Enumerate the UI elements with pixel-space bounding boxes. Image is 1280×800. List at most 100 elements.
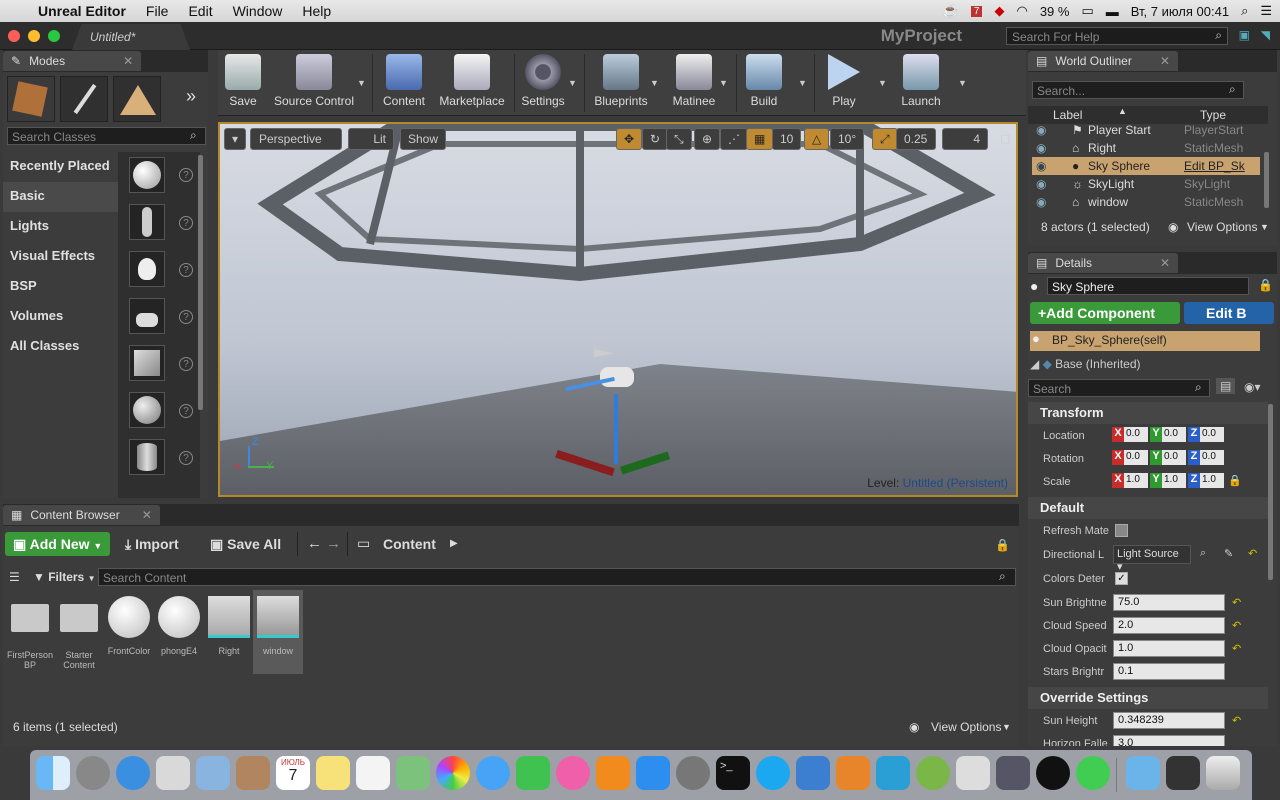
minimize-window-button[interactable]	[28, 30, 40, 42]
level-tab[interactable]: Untitled*	[72, 24, 190, 50]
close-window-button[interactable]	[8, 30, 20, 42]
search-content-input[interactable]: Search Content	[98, 568, 1016, 586]
broadcast-icon[interactable]: ◥	[1261, 28, 1270, 42]
asset-tile[interactable]: FrontColor	[105, 596, 153, 656]
self-component-item[interactable]: BP_Sky_Sphere(self)	[1030, 331, 1260, 351]
details-tab[interactable]: ▤ Details ✕	[1028, 253, 1179, 273]
itunes-icon[interactable]	[556, 756, 590, 790]
eye-icon[interactable]: ◉	[1032, 177, 1072, 191]
launch-button[interactable]: Launch	[896, 54, 946, 108]
help-icon[interactable]: ?	[179, 263, 193, 277]
translate-mode-button[interactable]: ✥	[616, 128, 643, 150]
override-settings-section[interactable]: Override Settings	[1028, 687, 1268, 709]
scale-x-field[interactable]: 1.0	[1124, 473, 1148, 488]
outliner-row[interactable]: ◉ ⌂ Right StaticMesh	[1032, 139, 1260, 157]
camera-speed-button[interactable]: 4	[942, 128, 988, 150]
player-start-actor[interactable]	[590, 349, 640, 394]
add-new-button[interactable]: ▣ Add New ▼	[5, 532, 110, 556]
coffee-icon[interactable]: ☕	[943, 3, 959, 19]
android-studio-icon[interactable]	[916, 756, 950, 790]
reset-icon[interactable]: ↶	[1232, 714, 1241, 727]
transform-section[interactable]: Transform	[1028, 402, 1268, 424]
rotation-z-field[interactable]: 0.0	[1200, 450, 1224, 465]
asset-tile-selected[interactable]: window	[253, 590, 303, 674]
place-mode-button[interactable]	[7, 76, 55, 122]
sun-height-field[interactable]: 0.348239	[1113, 712, 1225, 729]
downloads-folder-icon[interactable]	[1126, 756, 1160, 790]
paint-mode-button[interactable]	[60, 76, 108, 122]
scale-mode-button[interactable]: ⤡	[666, 128, 692, 150]
scale-snap-value[interactable]: 0.25	[896, 128, 936, 150]
world-local-button[interactable]: ⊕	[694, 128, 721, 150]
outliner-scrollbar[interactable]	[1264, 152, 1269, 208]
lit-button[interactable]: Lit	[348, 128, 394, 150]
eye-icon[interactable]: ◉	[1032, 141, 1072, 155]
save-button[interactable]: Save	[224, 54, 262, 108]
lock-icon[interactable]: 🔒	[1258, 278, 1273, 292]
close-icon[interactable]: ✕	[142, 508, 152, 525]
qt-creator-icon[interactable]	[1076, 756, 1110, 790]
category-bsp[interactable]: BSP	[3, 272, 118, 302]
category-volumes[interactable]: Volumes	[3, 302, 118, 332]
point-light-item[interactable]	[129, 251, 165, 287]
player-start-item[interactable]	[129, 298, 165, 334]
import-button[interactable]: ⤓ Import	[125, 536, 179, 553]
remote-desktop-icon[interactable]	[996, 756, 1030, 790]
chevron-down-icon[interactable]: ▼	[1260, 222, 1269, 232]
type-column-header[interactable]: Type	[1200, 108, 1226, 122]
menu-edit[interactable]: Edit	[188, 3, 212, 19]
empty-actor-item[interactable]	[129, 157, 165, 193]
flag-icon[interactable]: ▬	[1106, 4, 1119, 19]
category-basic[interactable]: Basic	[3, 182, 118, 212]
activity-monitor-icon[interactable]	[1166, 756, 1200, 790]
rotation-snap-value[interactable]: 10°	[830, 128, 865, 150]
light-source-dropdown[interactable]: Light Source ▾	[1113, 545, 1191, 573]
contacts-icon[interactable]	[236, 756, 270, 790]
help-icon[interactable]: ?	[179, 404, 193, 418]
close-icon[interactable]: ✕	[123, 54, 133, 71]
reset-icon[interactable]: ↶	[1232, 596, 1241, 609]
reset-icon[interactable]: ↶	[1232, 619, 1241, 632]
safari-icon[interactable]	[116, 756, 150, 790]
battery-status[interactable]: 39 %	[1040, 4, 1070, 19]
terminal-icon[interactable]: >_	[716, 756, 750, 790]
grid-snap-value[interactable]: 10	[772, 128, 802, 150]
grid-snap-button[interactable]: ▦	[746, 128, 774, 150]
chevron-down-icon[interactable]: ▼	[357, 78, 366, 88]
feedback-icon[interactable]: ▣	[1239, 28, 1250, 42]
back-arrow-icon[interactable]: ←	[307, 535, 322, 552]
gizmo-z-arrow[interactable]	[614, 394, 618, 464]
help-icon[interactable]: ?	[179, 357, 193, 371]
help-icon[interactable]: ?	[179, 451, 193, 465]
preview-icon[interactable]	[156, 756, 190, 790]
rotation-label[interactable]: Rotation	[1043, 453, 1109, 465]
scale-snap-button[interactable]: ⤢	[872, 128, 898, 150]
cloud-opacity-field[interactable]: 1.0	[1113, 640, 1225, 657]
lock-icon[interactable]: 🔒	[995, 538, 1010, 552]
category-all-classes[interactable]: All Classes	[3, 332, 118, 362]
datetime[interactable]: Вт, 7 июля 00:41	[1131, 4, 1229, 19]
chevron-down-icon[interactable]: ▼	[719, 78, 728, 88]
build-button[interactable]: Build	[744, 54, 784, 108]
chevron-down-icon[interactable]: ▼	[650, 78, 659, 88]
perspective-button[interactable]: Perspective	[250, 128, 342, 150]
ibooks-icon[interactable]	[596, 756, 630, 790]
outliner-view-options[interactable]: View Options	[1187, 220, 1257, 234]
placeable-scrollbar[interactable]	[198, 155, 203, 410]
outliner-tab[interactable]: ▤ World Outliner ✕	[1028, 51, 1178, 71]
category-recently-placed[interactable]: Recently Placed	[3, 152, 118, 182]
settings-button[interactable]: Settings	[518, 54, 568, 108]
menu-file[interactable]: File	[146, 3, 169, 19]
blueprints-button[interactable]: Blueprints	[590, 54, 652, 108]
launchpad-icon[interactable]	[76, 756, 110, 790]
notes-icon[interactable]	[316, 756, 350, 790]
eye-icon[interactable]: ◉	[1032, 195, 1072, 209]
app-store-icon[interactable]	[636, 756, 670, 790]
facetime-icon[interactable]	[516, 756, 550, 790]
stars-brightness-field[interactable]: 0.1	[1113, 663, 1225, 680]
system-preferences-icon[interactable]	[676, 756, 710, 790]
search-classes-input[interactable]: Search Classes	[7, 127, 206, 145]
landscape-mode-button[interactable]	[113, 76, 161, 122]
matinee-button[interactable]: Matinee	[668, 54, 720, 108]
default-section[interactable]: Default	[1028, 497, 1268, 519]
